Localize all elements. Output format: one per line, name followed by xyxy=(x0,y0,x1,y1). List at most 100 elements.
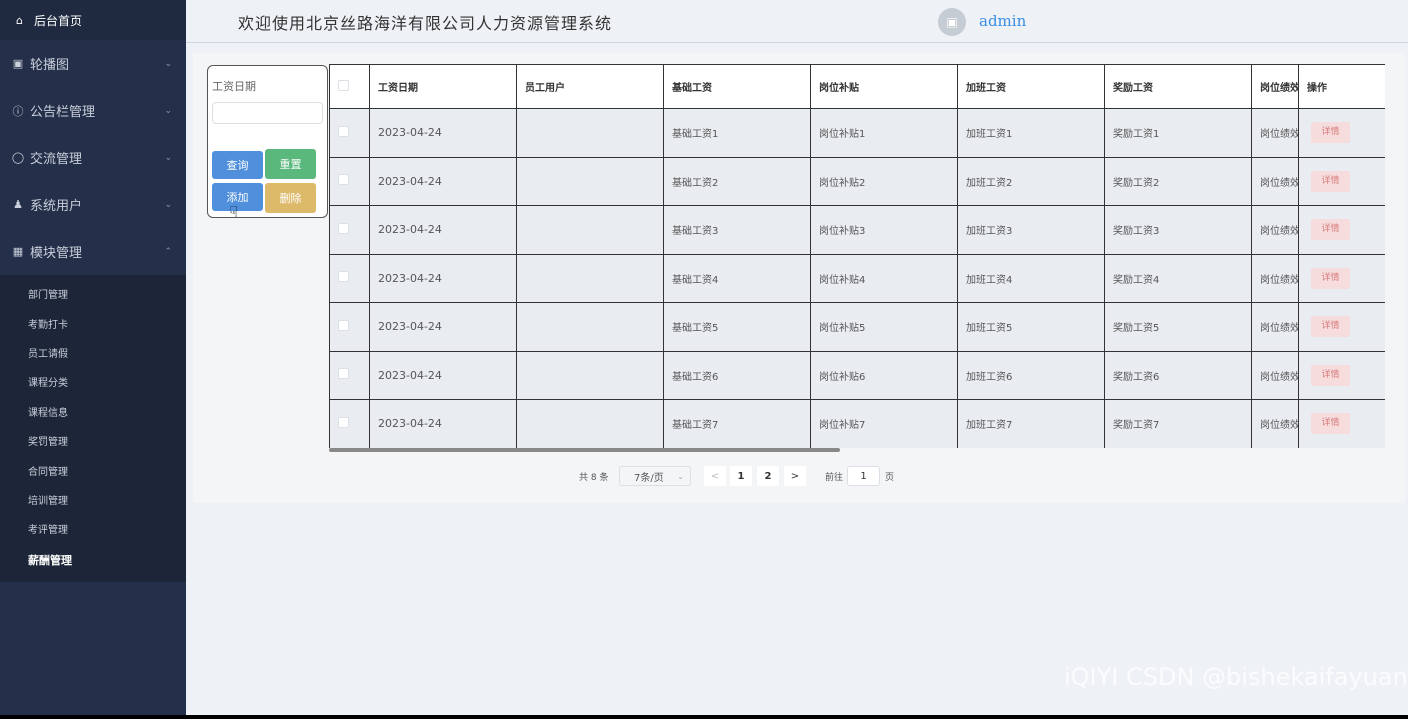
sidebar-item-home[interactable]: ⌂ 后台首页 xyxy=(0,0,186,40)
row-checkbox[interactable] xyxy=(338,125,349,137)
page-number-2[interactable]: 2 xyxy=(757,466,779,486)
cell-actions: 详情 xyxy=(1298,350,1385,400)
delete-button[interactable]: 删除 xyxy=(265,183,316,213)
cell-overtime: 加班工资1 xyxy=(957,108,1105,158)
sidebar-item-label: 轮播图 xyxy=(30,58,70,73)
select-all-checkbox[interactable] xyxy=(338,79,349,91)
avatar[interactable]: ▣ xyxy=(938,8,966,36)
row-select-cell[interactable] xyxy=(329,108,370,158)
salary-date-input[interactable] xyxy=(212,102,323,124)
row-checkbox[interactable] xyxy=(338,368,349,380)
info-circle-icon: ⓘ xyxy=(12,104,24,118)
image-icon: ▣ xyxy=(946,15,958,29)
cell-user xyxy=(516,156,664,206)
cell-date: 2023-04-24 xyxy=(369,399,517,448)
column-header[interactable]: 奖励工资 xyxy=(1104,64,1252,109)
column-header: 操作 xyxy=(1298,64,1385,109)
sidebar-item-label: 系统用户 xyxy=(30,199,83,214)
detail-button[interactable]: 详情 xyxy=(1311,267,1350,289)
salary-date-label: 工资日期 xyxy=(212,80,256,93)
column-header[interactable]: 员工用户 xyxy=(516,64,664,109)
sidebar-subitem-salary[interactable]: 薪酬管理 xyxy=(0,544,186,576)
detail-button[interactable]: 详情 xyxy=(1311,170,1350,192)
sidebar-subitem-training[interactable]: 培训管理 xyxy=(0,485,186,514)
cell-allowance: 岗位补贴2 xyxy=(810,156,958,206)
search-form: 工资日期 查询 重置 添加 删除 xyxy=(207,65,328,218)
cell-perf: 岗位绩效7 xyxy=(1251,399,1299,448)
select-all-cell[interactable] xyxy=(329,64,370,109)
cell-date: 2023-04-24 xyxy=(369,350,517,400)
row-checkbox[interactable] xyxy=(338,416,349,428)
reset-button[interactable]: 重置 xyxy=(265,149,316,179)
row-select-cell[interactable] xyxy=(329,156,370,206)
cell-bonus: 奖励工资5 xyxy=(1104,302,1252,352)
cell-user xyxy=(516,350,664,400)
row-checkbox[interactable] xyxy=(338,174,349,186)
cell-overtime: 加班工资2 xyxy=(957,156,1105,206)
column-header[interactable]: 岗位补贴 xyxy=(810,64,958,109)
row-select-cell[interactable] xyxy=(329,399,370,448)
row-checkbox[interactable] xyxy=(338,319,349,331)
sidebar-subitem-department[interactable]: 部门管理 xyxy=(0,279,186,308)
username-link[interactable]: admin xyxy=(979,12,1026,30)
sidebar-item-carousel[interactable]: ▣ 轮播图 ⌄ xyxy=(0,40,186,87)
detail-button[interactable]: 详情 xyxy=(1311,219,1350,241)
cell-user xyxy=(516,399,664,448)
cell-date: 2023-04-24 xyxy=(369,108,517,158)
app-window: ⌂ 后台首页 ▣ 轮播图 ⌄ ⓘ 公告栏管理 ⌄ ◯ 交流管理 ⌄ ♟ 系统用户… xyxy=(0,0,1408,715)
goto-page-input[interactable]: 1 xyxy=(847,466,880,486)
sidebar-item-exchange[interactable]: ◯ 交流管理 ⌄ xyxy=(0,134,186,181)
cell-perf: 岗位绩效3 xyxy=(1251,205,1299,255)
cell-bonus: 奖励工资1 xyxy=(1104,108,1252,158)
detail-button[interactable]: 详情 xyxy=(1311,364,1350,386)
table-header-row: 工资日期 员工用户 基础工资 岗位补贴 加班工资 奖励工资 岗位绩效 操作 xyxy=(329,64,1385,109)
sidebar-item-modules[interactable]: ▦ 模块管理 ⌃ xyxy=(0,228,186,275)
home-icon: ⌂ xyxy=(16,13,23,27)
detail-button[interactable]: 详情 xyxy=(1311,122,1350,144)
cell-base: 基础工资7 xyxy=(663,399,811,448)
cell-bonus: 奖励工资7 xyxy=(1104,399,1252,448)
sidebar-item-system-user[interactable]: ♟ 系统用户 ⌄ xyxy=(0,181,186,228)
sidebar-subitem-leave[interactable]: 员工请假 xyxy=(0,338,186,367)
column-header[interactable]: 加班工资 xyxy=(957,64,1105,109)
column-header[interactable]: 工资日期 xyxy=(369,64,517,109)
cell-overtime: 加班工资3 xyxy=(957,205,1105,255)
cell-overtime: 加班工资7 xyxy=(957,399,1105,448)
cell-actions: 详情 xyxy=(1298,302,1385,352)
row-select-cell[interactable] xyxy=(329,350,370,400)
sidebar-item-notice[interactable]: ⓘ 公告栏管理 ⌄ xyxy=(0,87,186,134)
table-row: 2023-04-24 基础工资3 岗位补贴3 加班工资3 奖励工资3 岗位绩效3… xyxy=(329,205,1385,255)
cell-bonus: 奖励工资6 xyxy=(1104,350,1252,400)
query-button[interactable]: 查询 xyxy=(212,151,263,179)
cell-date: 2023-04-24 xyxy=(369,302,517,352)
sidebar-subitem-course-category[interactable]: 课程分类 xyxy=(0,367,186,396)
cell-actions: 详情 xyxy=(1298,253,1385,303)
sidebar-subitem-course-info[interactable]: 课程信息 xyxy=(0,397,186,426)
row-select-cell[interactable] xyxy=(329,205,370,255)
detail-button[interactable]: 详情 xyxy=(1311,413,1350,435)
cell-user xyxy=(516,302,664,352)
cell-actions: 详情 xyxy=(1298,205,1385,255)
next-page-button[interactable]: > xyxy=(784,466,806,486)
cell-allowance: 岗位补贴7 xyxy=(810,399,958,448)
cell-base: 基础工资3 xyxy=(663,205,811,255)
horizontal-scrollbar[interactable] xyxy=(329,448,840,452)
row-checkbox[interactable] xyxy=(338,271,349,283)
row-checkbox[interactable] xyxy=(338,222,349,234)
page-number-1[interactable]: 1 xyxy=(730,466,752,486)
column-header[interactable]: 基础工资 xyxy=(663,64,811,109)
row-select-cell[interactable] xyxy=(329,302,370,352)
sidebar-subitem-reward-penalty[interactable]: 奖罚管理 xyxy=(0,426,186,455)
row-select-cell[interactable] xyxy=(329,253,370,303)
page-size-select[interactable]: 7条/页 ⌄ xyxy=(619,466,691,486)
cell-overtime: 加班工资4 xyxy=(957,253,1105,303)
sidebar-subitem-contract[interactable]: 合同管理 xyxy=(0,455,186,484)
prev-page-button[interactable]: < xyxy=(704,466,726,486)
sidebar-subitem-evaluation[interactable]: 考评管理 xyxy=(0,514,186,543)
sidebar-subitem-attendance[interactable]: 考勤打卡 xyxy=(0,308,186,337)
column-header[interactable]: 岗位绩效 xyxy=(1251,64,1299,109)
cell-perf: 岗位绩效2 xyxy=(1251,156,1299,206)
detail-button[interactable]: 详情 xyxy=(1311,316,1350,338)
cell-base: 基础工资1 xyxy=(663,108,811,158)
cell-perf: 岗位绩效5 xyxy=(1251,302,1299,352)
